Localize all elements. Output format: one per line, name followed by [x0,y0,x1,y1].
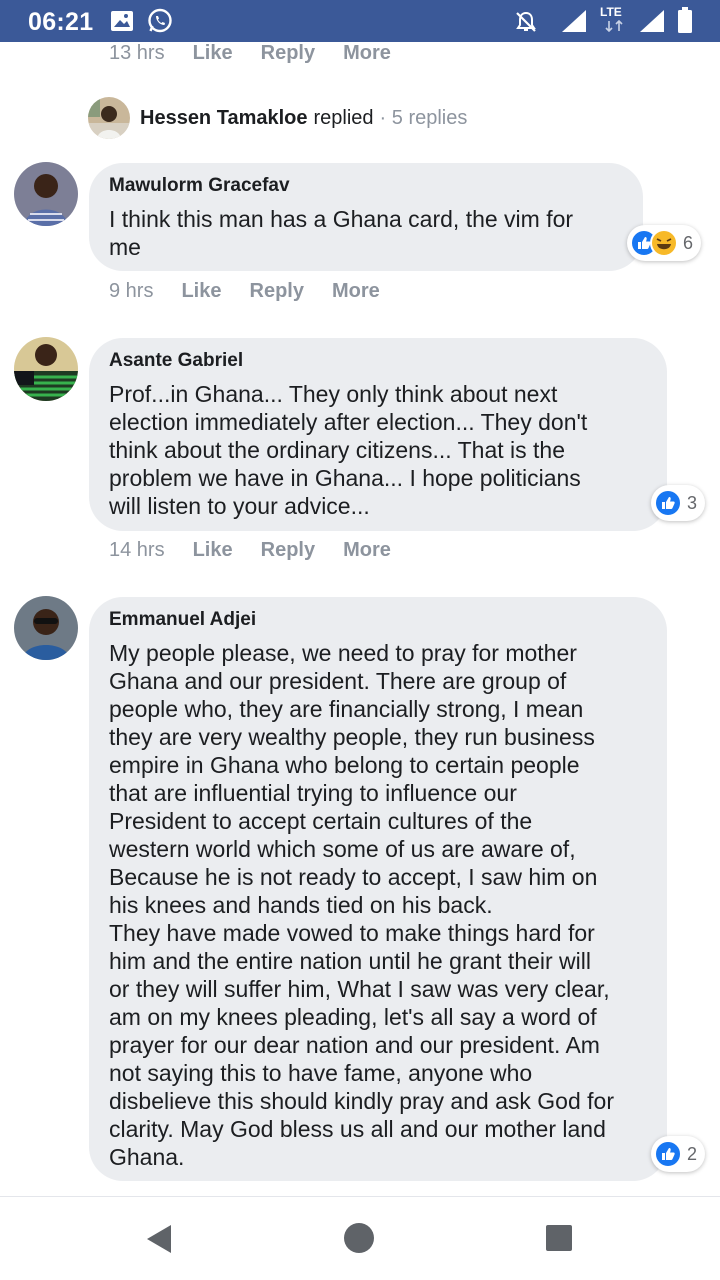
comment-bubble: Mawulorm Gracefav I think this man has a… [89,163,643,271]
comment-text: My people please, we need to pray for mo… [109,640,615,1170]
status-bar: 06:21 LTE [0,0,720,42]
like-button[interactable]: Like [181,280,221,303]
haha-reaction-icon [650,229,678,257]
avatar [88,97,130,139]
comment-author[interactable]: Emmanuel Adjei [109,609,647,631]
home-icon[interactable] [343,1222,375,1259]
data-arrows-icon [603,19,625,37]
avatar[interactable] [14,596,78,660]
lte-label: LTE [600,5,622,19]
signal-icon [560,8,588,39]
status-time: 06:21 [28,8,94,36]
reply-button[interactable]: Reply [250,280,304,303]
back-icon[interactable] [145,1223,173,1260]
reply-count: · 5 replies [379,106,468,129]
comment-time: 13 hrs [109,42,165,64]
like-button[interactable]: Like [193,42,233,65]
more-button[interactable]: More [343,42,391,65]
comment-text: I think this man has a Ghana card, the v… [109,206,574,260]
like-reaction-icon [654,1140,682,1168]
reaction-count: 6 [683,232,694,253]
reactions-badge[interactable]: 6 [627,225,702,261]
comment-actions: 14 hrs Like Reply More [109,539,419,562]
reaction-count: 3 [687,492,698,513]
avatar[interactable] [14,337,78,401]
like-reaction-icon [654,489,682,517]
replied-text: replied [313,106,374,129]
reactions-badge[interactable]: 3 [651,485,706,521]
reply-button[interactable]: Reply [261,42,315,65]
more-button[interactable]: More [343,539,391,562]
battery-icon [677,6,693,39]
replier-name: Hessen Tamakloe [140,106,308,129]
comments-thread: 13 hrs Like Reply More Hessen Tamakloe r… [0,42,720,1196]
signal-icon-2 [638,8,666,39]
comment-bubble: Asante Gabriel Prof...in Ghana... They o… [89,338,667,531]
avatar[interactable] [14,162,78,226]
comment-author[interactable]: Mawulorm Gracefav [109,175,623,197]
whatsapp-icon [147,8,173,39]
comment-time: 14 hrs [109,539,165,561]
comment-text: Prof...in Ghana... They only think about… [109,381,588,519]
comment-author[interactable]: Asante Gabriel [109,350,647,372]
comment-actions: 9 hrs Like Reply More [109,280,408,303]
mute-icon [514,10,538,39]
comment-time: 9 hrs [109,280,154,302]
more-button[interactable]: More [332,280,380,303]
like-button[interactable]: Like [193,539,233,562]
comment-bubble: Emmanuel Adjei My people please, we need… [89,597,667,1181]
gallery-icon [110,10,134,37]
comment-actions-top: 13 hrs Like Reply More [109,42,419,65]
reply-button[interactable]: Reply [261,539,315,562]
reaction-count: 2 [687,1143,698,1164]
recents-icon[interactable] [545,1224,573,1257]
navigation-bar [0,1196,720,1280]
reactions-badge[interactable]: 2 [651,1136,706,1172]
view-replies-link[interactable]: Hessen Tamakloe replied · 5 replies [88,96,467,140]
